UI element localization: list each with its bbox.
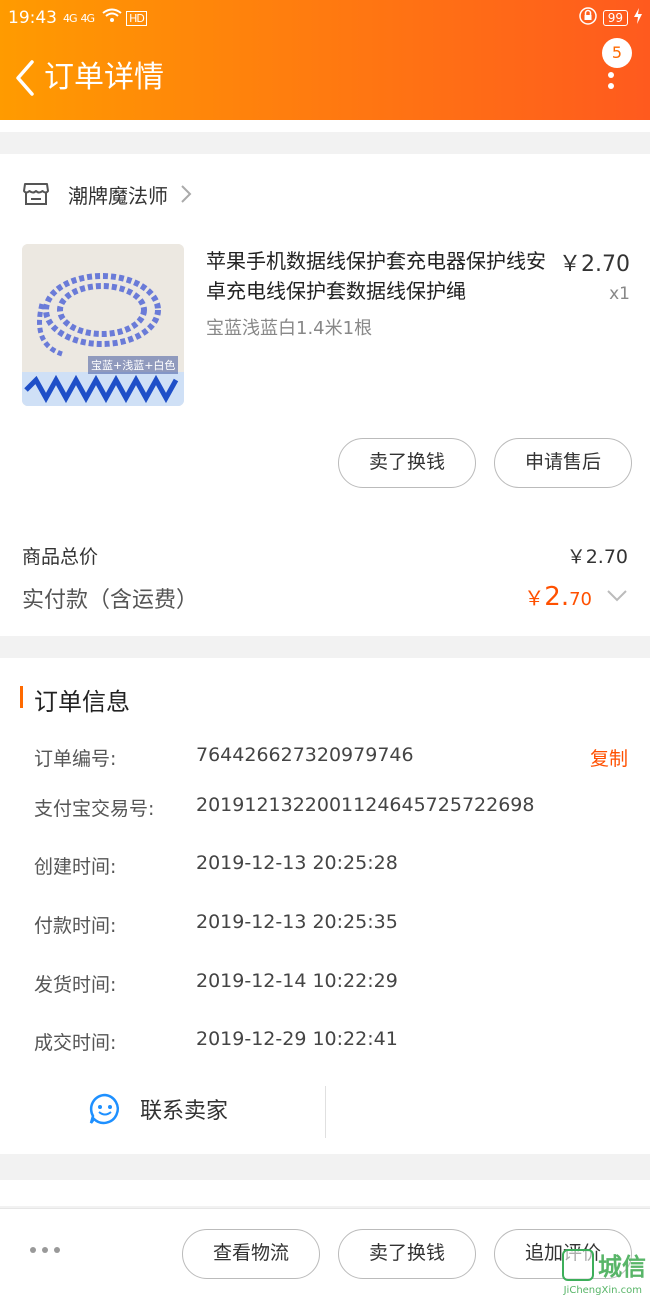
lower-card-strip bbox=[0, 1180, 650, 1206]
product-image-caption: 宝蓝+浅蓝+白色 bbox=[88, 356, 179, 374]
section-accent-bar bbox=[20, 686, 23, 708]
after-sale-button[interactable]: 申请售后 bbox=[494, 438, 632, 488]
order-item-card: 潮牌魔法师 宝蓝+浅蓝+白色 苹果手机数据线保护套充电器保护线安卓充电线保护套数… bbox=[0, 154, 650, 636]
wifi-icon bbox=[102, 8, 122, 28]
watermark-text: 城信 bbox=[598, 1253, 646, 1281]
more-actions-icon[interactable] bbox=[30, 1247, 60, 1253]
watermark-url: JiChengXin.com bbox=[563, 1285, 642, 1296]
header-bar: 19:43 4G 4G HD 99 订单详情 5 bbox=[0, 0, 650, 120]
paid-currency: ￥ bbox=[524, 586, 545, 610]
order-info-title: 订单信息 bbox=[34, 688, 130, 716]
shipped-time-label: 发货时间: bbox=[34, 974, 117, 996]
paid-integer: 2. bbox=[544, 582, 570, 612]
battery-icon: 99 bbox=[602, 10, 628, 26]
order-info-card: 订单信息 订单编号: 764426627320979746 复制 支付宝交易号:… bbox=[0, 658, 650, 1154]
signal-icon-2: 4G bbox=[80, 11, 95, 25]
paid-amount-value: ￥2.70 bbox=[524, 582, 592, 612]
status-time: 19:43 bbox=[8, 8, 57, 28]
chat-bubble-icon bbox=[88, 1092, 122, 1126]
paid-time-label: 付款时间: bbox=[34, 915, 117, 937]
lock-icon bbox=[578, 7, 597, 29]
signal-icon: 4G bbox=[63, 11, 77, 25]
more-options-icon[interactable] bbox=[608, 72, 614, 106]
shop-link[interactable]: 潮牌魔法师 bbox=[22, 178, 192, 210]
alipay-trade-value: 2019121322001124645725722698 bbox=[196, 794, 535, 816]
back-arrow-icon[interactable] bbox=[12, 58, 38, 98]
total-price-value: ￥2.70 bbox=[566, 546, 628, 568]
sell-for-cash-button[interactable]: 卖了换钱 bbox=[338, 438, 476, 488]
copy-button[interactable]: 复制 bbox=[590, 744, 628, 771]
alipay-trade-label: 支付宝交易号: bbox=[34, 798, 155, 820]
vertical-divider bbox=[325, 1086, 326, 1138]
created-time-value: 2019-12-13 20:25:28 bbox=[196, 852, 398, 874]
product-price: ￥2.70 bbox=[559, 252, 630, 277]
watermark-logo-icon bbox=[562, 1248, 594, 1281]
product-image[interactable]: 宝蓝+浅蓝+白色 bbox=[22, 244, 184, 406]
order-number-label: 订单编号: bbox=[34, 748, 117, 770]
completed-time-value: 2019-12-29 10:22:41 bbox=[196, 1028, 398, 1050]
nav-bar: 订单详情 5 bbox=[0, 38, 650, 108]
charging-icon bbox=[634, 8, 642, 28]
top-card-strip bbox=[0, 120, 650, 132]
contact-seller-label: 联系卖家 bbox=[140, 1099, 229, 1124]
product-spec: 宝蓝浅蓝白1.4米1根 bbox=[206, 318, 373, 339]
shop-name: 潮牌魔法师 bbox=[68, 183, 168, 208]
order-number-value: 764426627320979746 bbox=[196, 744, 414, 766]
contact-seller-button[interactable]: 联系卖家 bbox=[88, 1092, 228, 1126]
product-quantity: x1 bbox=[609, 284, 630, 304]
watermark: 城信 bbox=[562, 1247, 646, 1282]
shop-icon bbox=[22, 182, 50, 206]
status-bar: 19:43 4G 4G HD 99 bbox=[8, 6, 642, 30]
shipped-time-value: 2019-12-14 10:22:29 bbox=[196, 970, 398, 992]
paid-amount-label: 实付款（含运费） bbox=[22, 588, 199, 613]
hd-icon: HD bbox=[126, 10, 147, 26]
sell-for-cash-bottom-button[interactable]: 卖了换钱 bbox=[338, 1229, 476, 1279]
created-time-label: 创建时间: bbox=[34, 856, 117, 878]
completed-time-label: 成交时间: bbox=[34, 1032, 117, 1054]
paid-decimal: 70 bbox=[569, 589, 592, 610]
bottom-action-bar: 查看物流 卖了换钱 追加评价 城信 JiChengXin.com bbox=[0, 1208, 650, 1300]
total-price-label: 商品总价 bbox=[22, 546, 99, 568]
paid-time-value: 2019-12-13 20:25:35 bbox=[196, 911, 398, 933]
chevron-down-icon[interactable] bbox=[606, 588, 628, 602]
view-logistics-button[interactable]: 查看物流 bbox=[182, 1229, 320, 1279]
product-title[interactable]: 苹果手机数据线保护套充电器保护线安卓充电线保护套数据线保护绳 bbox=[206, 246, 556, 306]
chevron-right-icon bbox=[180, 184, 192, 204]
message-count-badge[interactable]: 5 bbox=[602, 38, 632, 68]
page-title: 订单详情 bbox=[44, 60, 164, 95]
